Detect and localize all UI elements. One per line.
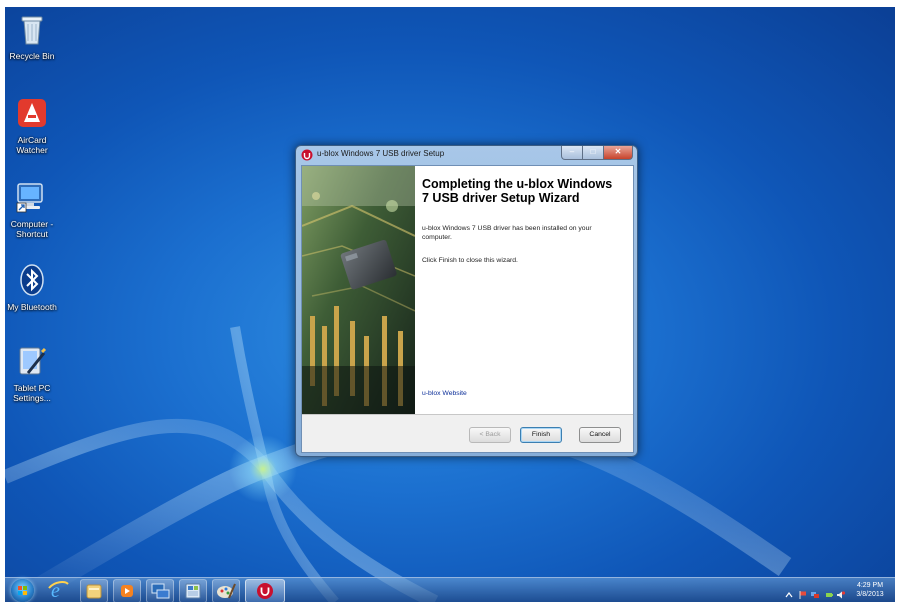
u-blox-app-icon: [301, 149, 313, 161]
desktop-icon-tablet-pc-settings[interactable]: Tablet PC Settings...: [5, 343, 62, 403]
wizard-heading: Completing the u-blox Windows 7 USB driv…: [422, 177, 613, 205]
taskbar-control-panel[interactable]: [179, 579, 207, 602]
taskbar-media-player[interactable]: [113, 579, 141, 602]
network-status-icon: [811, 592, 819, 598]
taskbar: e 4:29 PM 3/8/2013: [5, 577, 895, 602]
wizard-button-bar: < Back Finish Cancel: [302, 415, 633, 452]
tray-power-icon[interactable]: [825, 586, 833, 597]
desktop-icon-label: Tablet PC Settings...: [13, 383, 51, 403]
desktop-icon-label: Recycle Bin: [9, 51, 55, 61]
taskbar-file-explorer[interactable]: [80, 579, 108, 602]
recycle-bin-icon: [21, 16, 43, 45]
back-button[interactable]: < Back: [469, 427, 511, 443]
install-complete-message: u-blox Windows 7 USB driver has been ins…: [422, 225, 592, 241]
window-titlebar[interactable]: u-blox Windows 7 USB driver Setup – □ ✕: [296, 146, 637, 164]
circuit-board-image: [302, 166, 415, 414]
desktop-icon-bluetooth[interactable]: My Bluetooth: [5, 262, 62, 312]
system-tray: 4:29 PM 3/8/2013: [777, 578, 895, 602]
desktop-icon-recycle-bin[interactable]: Recycle Bin: [5, 11, 62, 61]
action-center-flag-icon: [799, 591, 806, 599]
taskbar-paint[interactable]: [212, 579, 240, 602]
maximize-button[interactable]: □: [582, 146, 604, 160]
taskbar-clock[interactable]: 4:29 PM 3/8/2013: [851, 581, 889, 599]
window-controls: – □ ✕: [561, 146, 633, 160]
power-icon: [826, 593, 833, 597]
u-blox-setup-icon: [257, 583, 273, 599]
tray-network-icon[interactable]: [811, 586, 819, 598]
volume-icon: [837, 591, 846, 599]
desktop-icon-label: My Bluetooth: [7, 302, 57, 312]
computer-shortcut-icon: [16, 183, 43, 213]
taskbar-network[interactable]: [146, 579, 174, 602]
tray-volume-icon[interactable]: [837, 586, 846, 599]
chevron-up-icon: [785, 592, 793, 598]
windows-logo-icon: [18, 586, 27, 595]
control-panel-icon: [185, 583, 201, 599]
clock-time: 4:29 PM: [856, 582, 884, 589]
u-blox-website-link[interactable]: u-blox Website: [422, 390, 467, 397]
show-hidden-icons-button[interactable]: [785, 586, 793, 598]
cancel-button[interactable]: Cancel: [579, 427, 621, 443]
aircard-watcher-icon: [18, 99, 46, 127]
file-explorer-icon: [86, 584, 102, 599]
setup-wizard-window[interactable]: u-blox Windows 7 USB driver Setup – □ ✕: [295, 145, 638, 457]
network-icon: [151, 583, 170, 599]
paint-icon: [217, 583, 236, 599]
maximize-icon: □: [590, 147, 596, 156]
tablet-pc-settings-icon: [19, 347, 47, 375]
taskbar-internet-explorer[interactable]: e: [45, 579, 71, 602]
clock-date: 3/8/2013: [856, 591, 884, 598]
desktop: Recycle Bin AirCard Watcher Computer - S…: [5, 7, 895, 602]
tray-flag-icon[interactable]: [799, 586, 807, 599]
bluetooth-icon: [20, 264, 44, 296]
internet-explorer-icon: e: [48, 580, 69, 602]
media-player-icon: [121, 585, 133, 597]
finish-button[interactable]: Finish: [520, 427, 562, 443]
desktop-icon-computer-shortcut[interactable]: Computer - Shortcut: [5, 179, 62, 239]
start-button[interactable]: [11, 579, 34, 602]
wizard-content: Completing the u-blox Windows 7 USB driv…: [420, 166, 626, 414]
minimize-icon: –: [569, 147, 575, 156]
close-button[interactable]: ✕: [603, 146, 633, 160]
taskbar-u-blox-setup[interactable]: [245, 579, 285, 602]
finish-instruction: Click Finish to close this wizard.: [422, 257, 518, 264]
desktop-icon-label: AirCard Watcher: [16, 135, 48, 155]
desktop-icon-label: Computer - Shortcut: [10, 219, 54, 239]
wizard-client-area: Completing the u-blox Windows 7 USB driv…: [301, 165, 634, 453]
minimize-button[interactable]: –: [561, 146, 583, 160]
window-title: u-blox Windows 7 USB driver Setup: [317, 149, 445, 158]
close-icon: ✕: [614, 147, 622, 156]
desktop-icon-aircard-watcher[interactable]: AirCard Watcher: [5, 95, 62, 155]
